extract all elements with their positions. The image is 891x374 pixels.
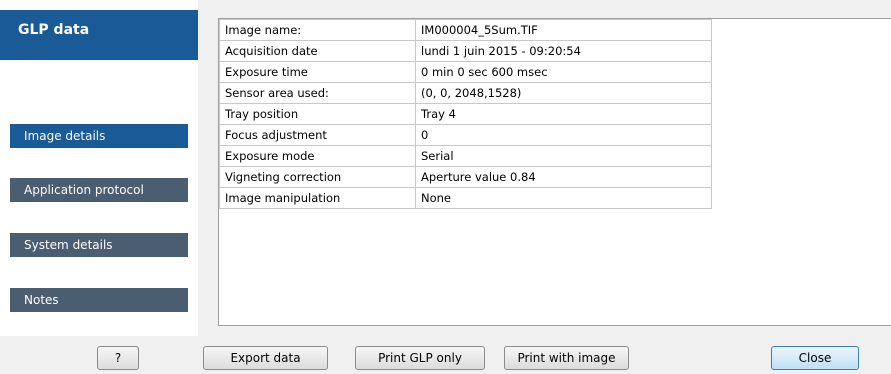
table-row: Sensor area used: (0, 0, 2048,1528) [219, 82, 712, 104]
table-row: Tray position Tray 4 [219, 103, 712, 125]
row-label: Image manipulation [219, 187, 416, 209]
row-value: IM000004_5Sum.TIF [415, 19, 712, 41]
table-row: Acquisition date lundi 1 juin 2015 - 09:… [219, 40, 712, 62]
row-value: Tray 4 [415, 103, 712, 125]
nav-notes[interactable]: Notes [10, 288, 188, 312]
row-value: Aperture value 0.84 [415, 166, 712, 188]
sidebar-title: GLP data [18, 22, 90, 38]
nav-image-details[interactable]: Image details [10, 124, 188, 148]
row-label: Exposure time [219, 61, 416, 83]
table-row: Vigneting correction Aperture value 0.84 [219, 166, 712, 188]
row-label: Image name: [219, 19, 416, 41]
details-panel: Image name: IM000004_5Sum.TIF Acquisitio… [218, 18, 891, 326]
sidebar: GLP data Image details Application proto… [0, 0, 198, 336]
table-row: Exposure mode Serial [219, 145, 712, 167]
row-value: None [415, 187, 712, 209]
row-label: Acquisition date [219, 40, 416, 62]
help-button[interactable]: ? [97, 346, 139, 370]
row-label: Vigneting correction [219, 166, 416, 188]
row-label: Focus adjustment [219, 124, 416, 146]
row-label: Sensor area used: [219, 82, 416, 104]
table-row: Image name: IM000004_5Sum.TIF [219, 19, 712, 41]
row-value: 0 [415, 124, 712, 146]
table-row: Exposure time 0 min 0 sec 600 msec [219, 61, 712, 83]
row-value: 0 min 0 sec 600 msec [415, 61, 712, 83]
row-label: Exposure mode [219, 145, 416, 167]
close-button[interactable]: Close [771, 346, 859, 370]
table-row: Focus adjustment 0 [219, 124, 712, 146]
nav-application-protocol[interactable]: Application protocol [10, 178, 188, 202]
row-label: Tray position [219, 103, 416, 125]
print-with-image-button[interactable]: Print with image [504, 346, 629, 370]
row-value: lundi 1 juin 2015 - 09:20:54 [415, 40, 712, 62]
nav-system-details[interactable]: System details [10, 233, 188, 257]
print-glp-only-button[interactable]: Print GLP only [355, 346, 485, 370]
export-data-button[interactable]: Export data [203, 346, 328, 370]
table-row: Image manipulation None [219, 187, 712, 209]
sidebar-header: GLP data [0, 10, 198, 60]
row-value: (0, 0, 2048,1528) [415, 82, 712, 104]
image-details-table: Image name: IM000004_5Sum.TIF Acquisitio… [219, 19, 712, 209]
row-value: Serial [415, 145, 712, 167]
